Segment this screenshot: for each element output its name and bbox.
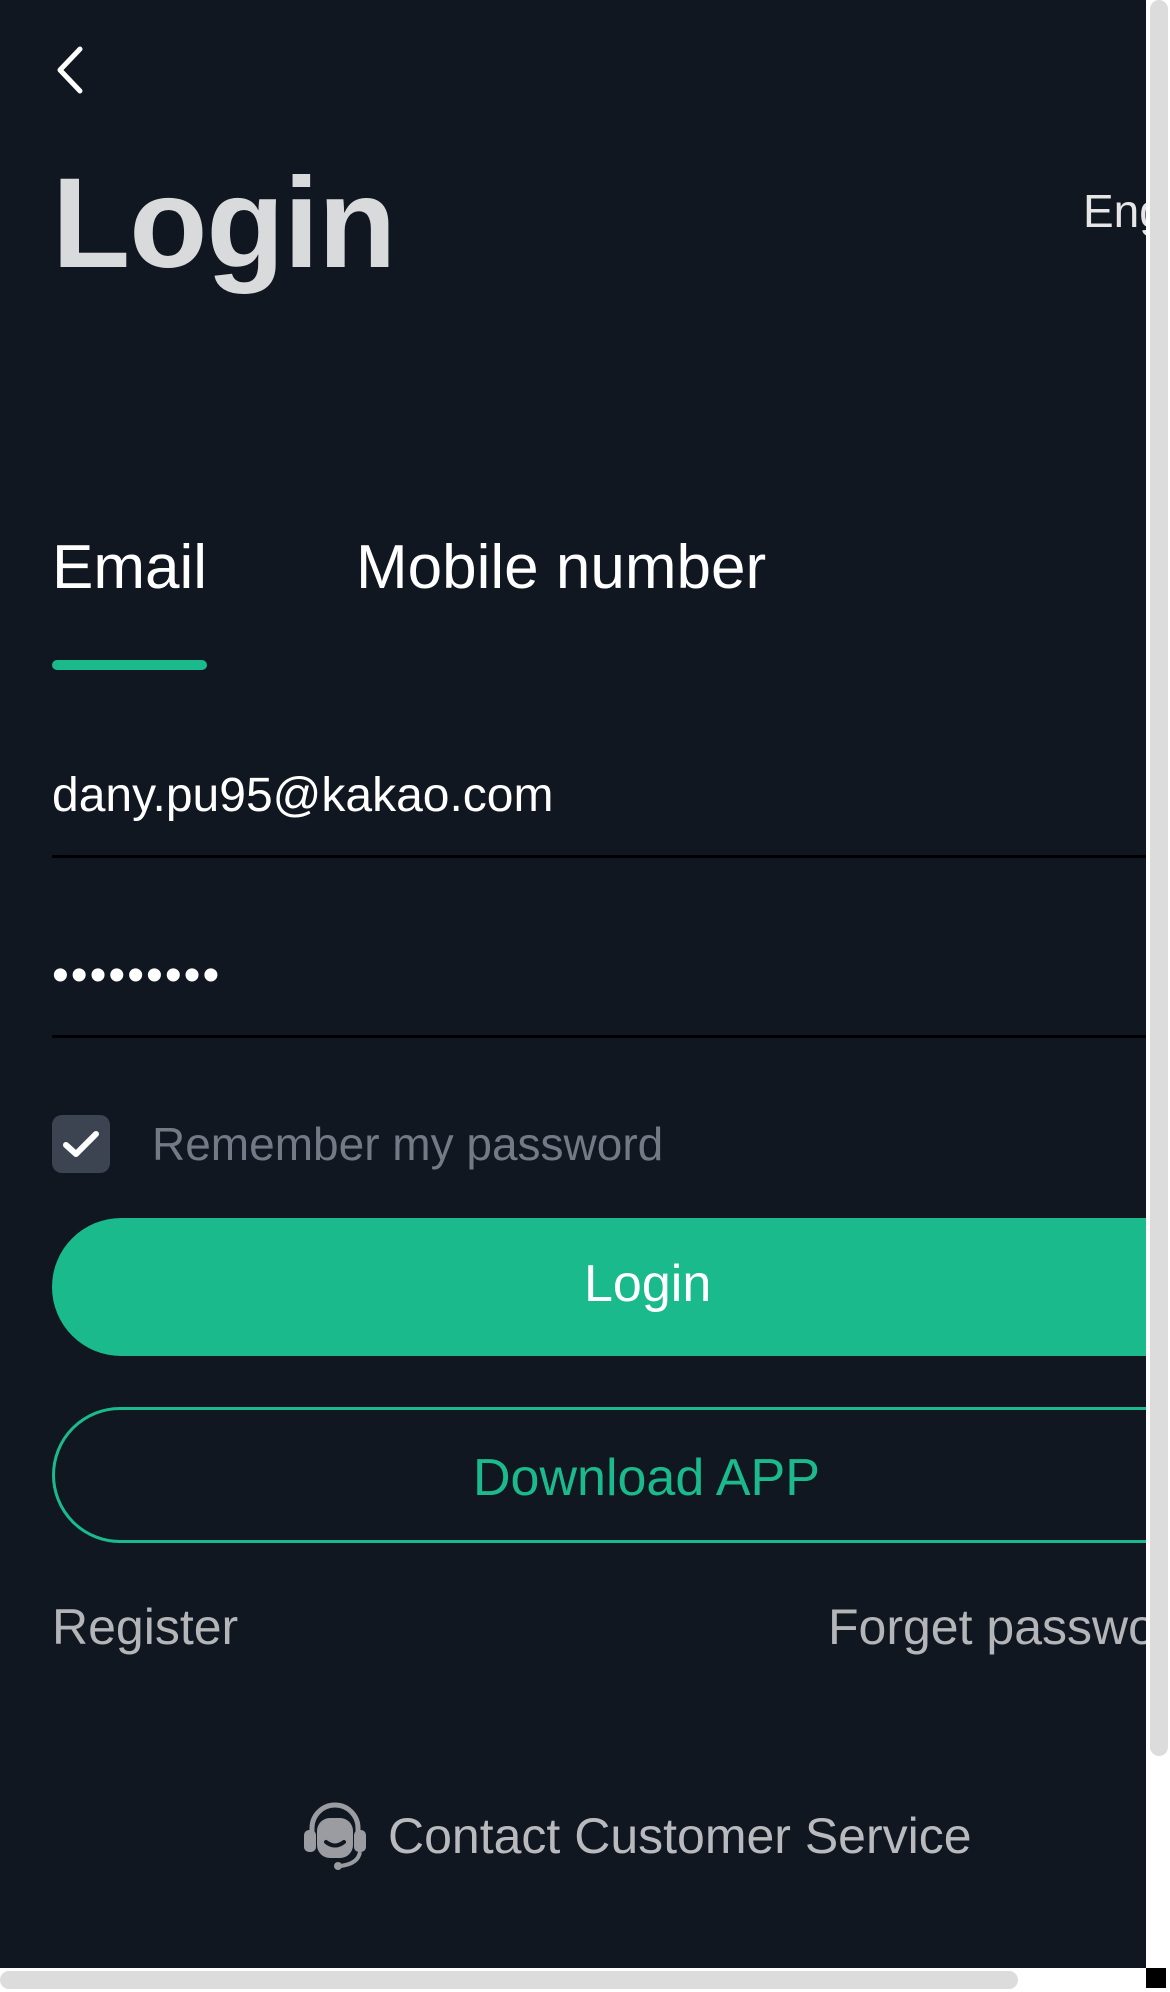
remember-password-checkbox[interactable] <box>52 1115 110 1173</box>
download-app-button[interactable]: Download APP <box>52 1407 1146 1543</box>
contact-customer-service-label: Contact Customer Service <box>388 1808 972 1864</box>
email-field <box>52 735 1146 858</box>
back-button[interactable] <box>44 40 94 100</box>
login-button[interactable]: Login <box>52 1218 1146 1356</box>
contact-customer-service[interactable]: Contact Customer Service <box>300 1800 972 1872</box>
checkmark-icon <box>63 1131 99 1157</box>
chevron-left-icon <box>57 46 83 94</box>
remember-password-label: Remember my password <box>152 1118 664 1170</box>
remember-password-row: Remember my password <box>52 1114 663 1174</box>
forget-password-link[interactable]: Forget password? <box>828 1598 1146 1656</box>
page-title: Login <box>52 152 396 295</box>
vertical-scrollbar-thumb[interactable] <box>1150 0 1168 1756</box>
tab-mobile-number[interactable]: Mobile number <box>356 533 766 602</box>
download-app-label: Download APP <box>473 1449 820 1507</box>
password-field <box>52 915 1146 1038</box>
email-input[interactable] <box>52 767 1146 823</box>
login-page: Login English Email Mobile number Rememb… <box>0 0 1146 1968</box>
horizontal-scrollbar[interactable] <box>0 1968 1146 1992</box>
horizontal-scrollbar-thumb[interactable] <box>0 1971 1018 1989</box>
headset-icon <box>304 1802 366 1870</box>
scrollbar-corner <box>1146 1968 1170 1992</box>
vertical-scrollbar[interactable] <box>1146 0 1170 1968</box>
register-link[interactable]: Register <box>52 1598 238 1656</box>
login-button-label: Login <box>584 1255 712 1313</box>
password-input[interactable] <box>52 947 1146 1003</box>
active-tab-indicator <box>52 660 207 670</box>
language-selector[interactable]: English <box>1083 184 1146 238</box>
tab-email[interactable]: Email <box>52 533 207 602</box>
